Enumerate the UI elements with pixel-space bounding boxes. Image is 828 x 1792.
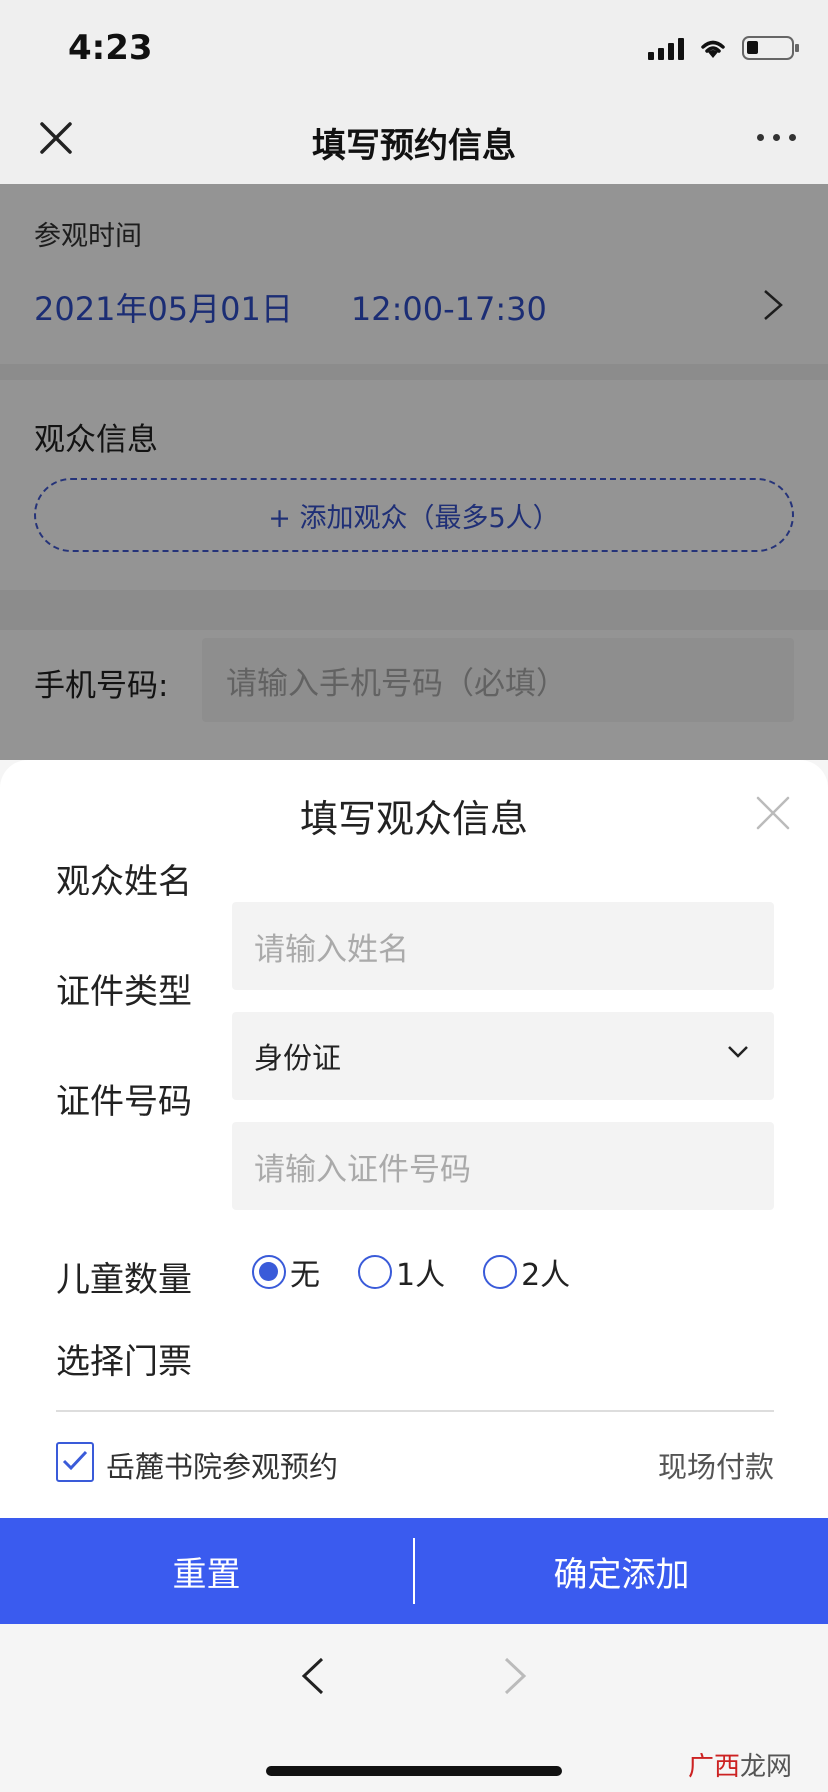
id-type-label: 证件类型 [56, 972, 192, 1012]
status-icons [648, 36, 799, 60]
ticket-payment: 现场付款 [657, 1450, 774, 1484]
children-radio-group: 无 1人 2人 [252, 1250, 570, 1294]
ticket-name: 岳麓书院参观预约 [106, 1450, 339, 1484]
browser-toolbar: 广西龙网 [0, 1624, 828, 1792]
audience-form-sheet: 填写观众信息 观众姓名 请输入姓名 证件类型 身份证 证件号码 请输入证件号码 … [0, 760, 828, 1520]
radio-label: 1人 [396, 1258, 446, 1293]
watermark-part2: 龙网 [739, 1752, 792, 1782]
chevron-down-icon [728, 1046, 748, 1058]
battery-icon [742, 36, 799, 60]
check-icon [62, 1450, 88, 1471]
nav-bar: 填写预约信息 [0, 96, 828, 184]
radio-one[interactable]: 1人 [358, 1250, 445, 1294]
action-bar: 重置 确定添加 [0, 1518, 828, 1624]
divider [56, 1410, 774, 1412]
close-icon[interactable] [754, 794, 792, 832]
radio-two[interactable]: 2人 [483, 1250, 570, 1294]
reset-button[interactable]: 重置 [0, 1518, 413, 1624]
home-indicator[interactable] [266, 1766, 562, 1776]
watermark-part1: 广西 [687, 1752, 740, 1782]
id-number-input[interactable]: 请输入证件号码 [232, 1122, 774, 1210]
forward-arrow-icon[interactable] [502, 1656, 528, 1696]
more-icon[interactable] [757, 134, 796, 141]
status-time: 4:23 [68, 28, 153, 68]
id-type-select[interactable]: 身份证 [232, 1012, 774, 1100]
radio-circle [483, 1255, 518, 1289]
children-label: 儿童数量 [56, 1260, 192, 1300]
page-title: 填写预约信息 [312, 126, 516, 166]
radio-none[interactable]: 无 [252, 1250, 320, 1294]
sheet-title: 填写观众信息 [299, 797, 528, 841]
name-label: 观众姓名 [56, 862, 192, 902]
radio-label: 2人 [521, 1258, 571, 1293]
back-arrow-icon[interactable] [300, 1656, 326, 1696]
confirm-add-button[interactable]: 确定添加 [415, 1518, 828, 1624]
radio-circle [252, 1255, 286, 1289]
status-bar: 4:23 [0, 0, 828, 96]
id-type-value: 身份证 [254, 1041, 342, 1075]
wifi-icon [701, 40, 725, 58]
modal-overlay[interactable] [0, 184, 828, 760]
name-input[interactable]: 请输入姓名 [232, 902, 774, 990]
ticket-row[interactable]: 岳麓书院参观预约 现场付款 [56, 1442, 774, 1486]
signal-icon [648, 36, 684, 60]
ticket-label: 选择门票 [56, 1342, 192, 1382]
ticket-checkbox[interactable] [56, 1442, 94, 1482]
watermark-logo: 广西龙网 [688, 1746, 792, 1783]
id-number-label: 证件号码 [56, 1082, 192, 1122]
radio-circle [358, 1255, 392, 1289]
radio-label: 无 [290, 1258, 320, 1293]
